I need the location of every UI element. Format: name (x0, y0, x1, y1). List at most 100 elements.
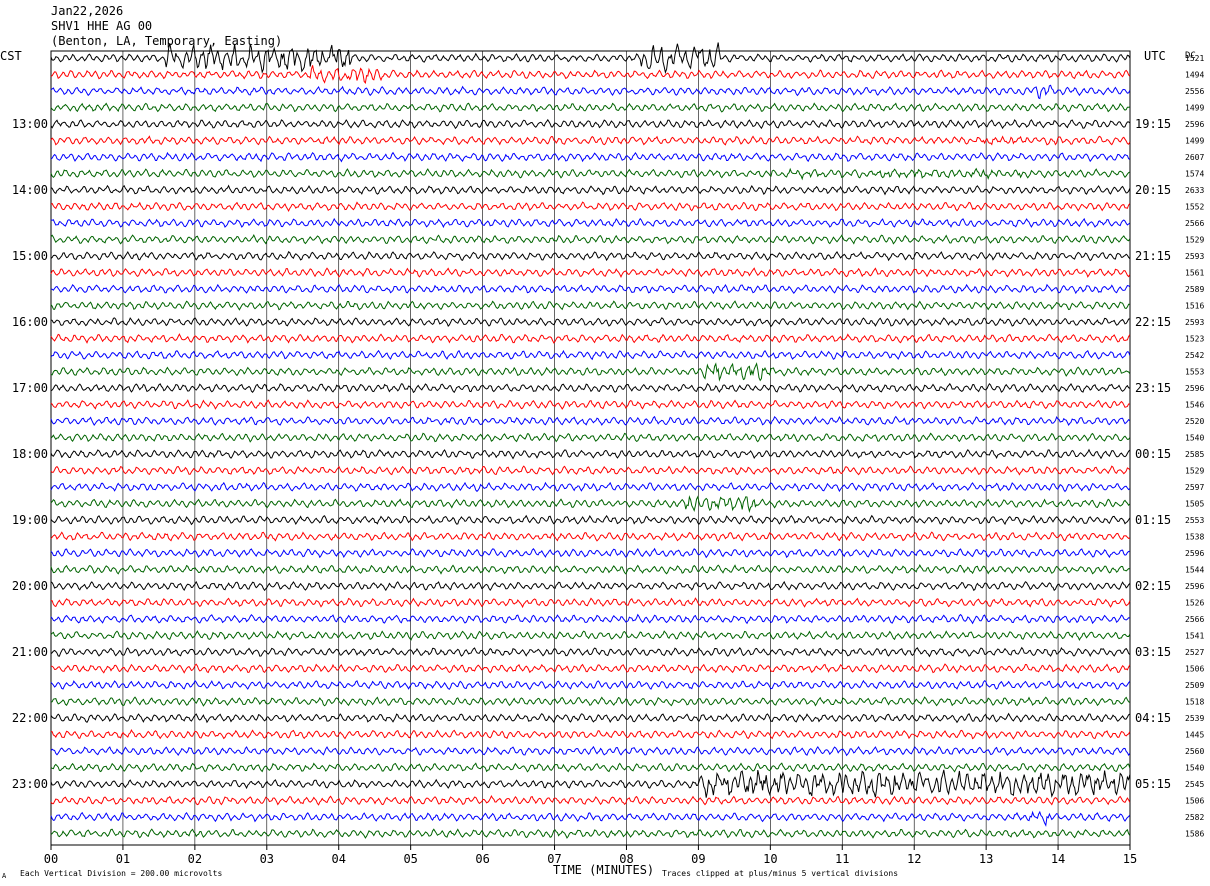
left-hour-labels: 13:00 14:00 15:00 16:00 17:00 18:00 19:00 20:00… (12, 117, 48, 791)
dc-offset-label: 1518 (1185, 698, 1204, 707)
trace-line (50, 495, 1131, 513)
trace-line (50, 184, 1131, 196)
left-hour-label: 19:00 (12, 513, 48, 527)
footer-scale-note: Each Vertical Division = 200.00 microvol… (20, 869, 222, 878)
x-tick-label: 06 (475, 852, 489, 866)
dc-offset-label: 2593 (1185, 318, 1204, 327)
x-tick-label: 12 (907, 852, 921, 866)
dc-offset-label: 1521 (1185, 54, 1204, 63)
trace-line (50, 267, 1131, 278)
trace-line (50, 102, 1130, 113)
right-hour-label: 20:15 (1135, 183, 1171, 197)
dc-offset-label: 1586 (1185, 830, 1204, 839)
x-tick-label: 10 (763, 852, 777, 866)
x-tick-label: 00 (44, 852, 58, 866)
x-axis-label: TIME (MINUTES) (553, 863, 654, 877)
trace-line (50, 597, 1131, 609)
dc-offset-label: 2597 (1185, 483, 1204, 492)
trace-line (50, 762, 1131, 773)
dc-offset-labels: 1521 1494 2556 1499 2596 1499 2607 1574 2633 1552… (1185, 54, 1204, 839)
dc-offset-label: 2633 (1185, 186, 1204, 195)
dc-offset-label: 1553 (1185, 368, 1204, 377)
dc-offset-label: 1540 (1185, 764, 1204, 773)
trace-line (50, 432, 1131, 443)
trace-line (50, 663, 1131, 674)
trace-line (50, 233, 1131, 245)
trace-line (50, 630, 1131, 642)
dc-offset-label: 1538 (1185, 533, 1204, 542)
trace-line (50, 481, 1131, 493)
right-hour-label: 04:15 (1135, 711, 1171, 725)
minute-gridlines (122, 51, 1059, 845)
trace-line (50, 514, 1131, 526)
footer-logo: A (2, 872, 7, 880)
dc-offset-label: 1505 (1185, 500, 1204, 509)
trace-line (50, 580, 1131, 592)
trace-line (50, 349, 1131, 361)
trace-line (50, 167, 1131, 181)
right-hour-labels: 19:15 20:15 21:15 22:15 23:15 00:15 01:15 02:15… (1135, 117, 1171, 791)
dc-offset-label: 2589 (1185, 285, 1204, 294)
left-hour-label: 18:00 (12, 447, 48, 461)
trace-line (50, 362, 1131, 382)
dc-offset-label: 1499 (1185, 137, 1204, 146)
trace-line (50, 317, 1130, 328)
dc-offset-label: 1574 (1185, 170, 1204, 179)
trace-line (50, 531, 1130, 542)
trace-line (50, 217, 1131, 229)
x-tick-label: 01 (116, 852, 130, 866)
trace-line (50, 795, 1131, 806)
dc-offset-label: 2509 (1185, 681, 1204, 690)
right-hour-label: 22:15 (1135, 315, 1171, 329)
dc-offset-label: 2527 (1185, 648, 1204, 657)
dc-offset-label: 1552 (1185, 203, 1204, 212)
helicorder-chart: Jan22,2026 SHV1 HHE AG 00 (Benton, LA, T… (0, 4, 1204, 880)
x-tick-label: 09 (691, 852, 705, 866)
trace-line (50, 201, 1131, 212)
trace-line (50, 135, 1131, 146)
header-location: (Benton, LA, Temporary, Easting) (51, 34, 282, 48)
dc-offset-label: 1544 (1185, 566, 1204, 575)
right-hour-label: 00:15 (1135, 447, 1171, 461)
dc-offset-label: 2542 (1185, 351, 1204, 360)
trace-line (50, 151, 1131, 163)
dc-offset-label: 1499 (1185, 104, 1204, 113)
dc-offset-label: 1561 (1185, 269, 1204, 278)
dc-offset-label: 1546 (1185, 401, 1204, 410)
dc-offset-label: 1445 (1185, 731, 1204, 740)
x-tick-label: 03 (260, 852, 274, 866)
trace-line (50, 415, 1131, 427)
x-tick-label: 13 (979, 852, 993, 866)
trace-line (50, 382, 1131, 394)
dc-offset-label: 1526 (1185, 599, 1204, 608)
dc-offset-label: 1541 (1185, 632, 1204, 641)
right-hour-label: 02:15 (1135, 579, 1171, 593)
x-tick-label: 02 (188, 852, 202, 866)
trace-line (50, 613, 1130, 625)
dc-offset-label: 1506 (1185, 665, 1204, 674)
trace-line (50, 810, 1131, 827)
trace-line (50, 679, 1131, 691)
trace-line (50, 250, 1131, 262)
x-tick-label: 05 (403, 852, 417, 866)
trace-line (50, 547, 1130, 559)
left-timezone: CST (0, 49, 22, 63)
x-tick-label: 14 (1051, 852, 1065, 866)
trace-line (50, 729, 1131, 740)
trace-line (50, 448, 1131, 460)
dc-offset-label: 2566 (1185, 219, 1204, 228)
dc-offset-label: 2545 (1185, 780, 1204, 789)
dc-offset-label: 2520 (1185, 417, 1204, 426)
trace-line (50, 118, 1131, 130)
dc-offset-label: 2596 (1185, 120, 1204, 129)
trace-line (50, 333, 1131, 344)
dc-offset-label: 1494 (1185, 71, 1204, 80)
trace-line (50, 399, 1130, 410)
x-tick-label: 11 (835, 852, 849, 866)
dc-offset-label: 2556 (1185, 87, 1204, 96)
dc-offset-label: 1506 (1185, 797, 1204, 806)
trace-line (50, 745, 1131, 757)
trace-line (50, 300, 1130, 311)
dc-offset-label: 2596 (1185, 384, 1204, 393)
left-hour-label: 13:00 (12, 117, 48, 131)
